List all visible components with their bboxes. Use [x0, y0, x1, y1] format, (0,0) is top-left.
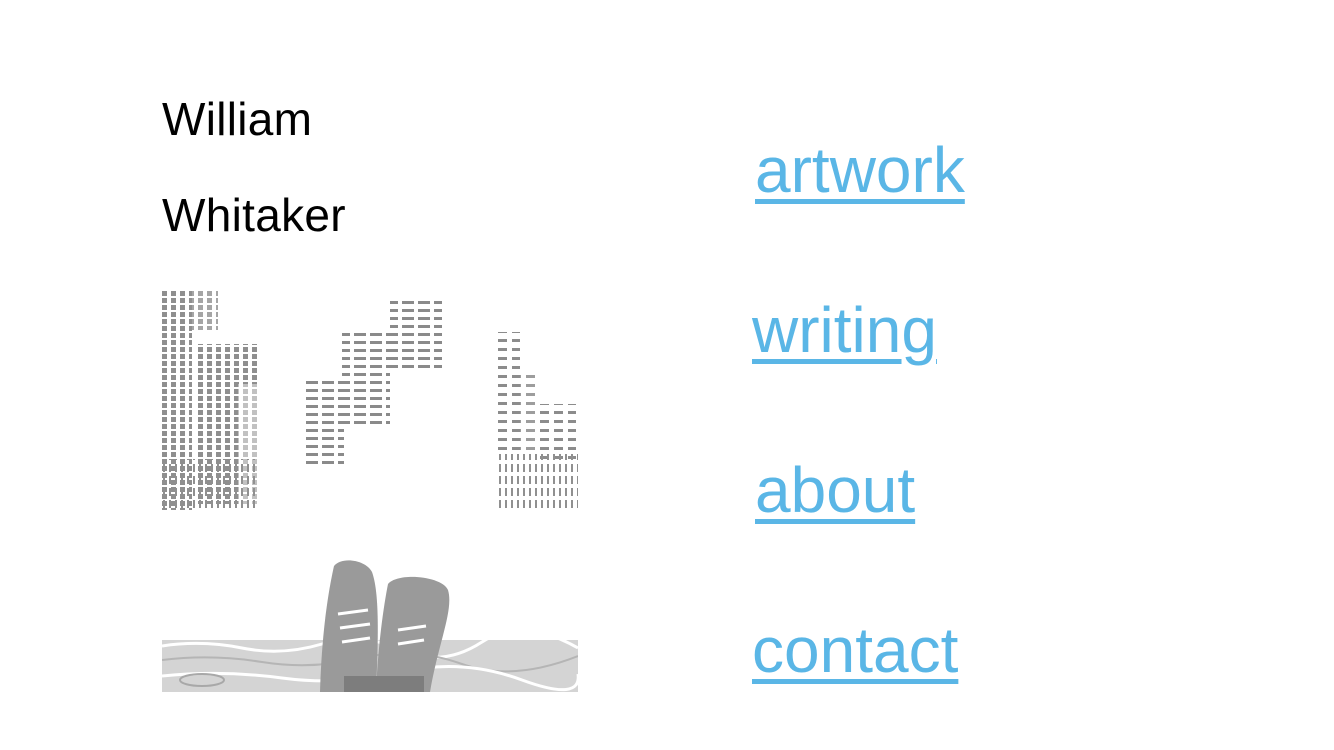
left-tower-texture: [162, 290, 258, 510]
nav-link-artwork[interactable]: artwork: [755, 138, 965, 202]
site-title-first-name: William: [162, 93, 313, 145]
hero-artwork-image: [162, 284, 578, 692]
right-tower-texture: [498, 332, 578, 510]
nav-link-about[interactable]: about: [755, 458, 915, 522]
nav-link-writing[interactable]: writing: [752, 298, 937, 362]
sneakers-illustration: [320, 560, 450, 692]
nav-link-contact[interactable]: contact: [752, 618, 958, 682]
site-title-last-name: Whitaker: [162, 189, 346, 241]
middle-tower-texture: [302, 298, 442, 464]
